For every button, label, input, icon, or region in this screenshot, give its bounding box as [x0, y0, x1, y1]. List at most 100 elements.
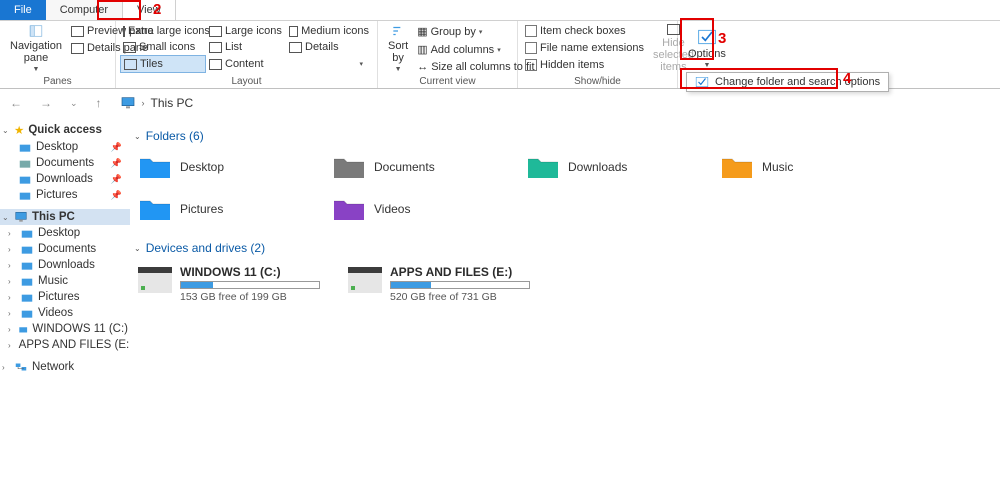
chevron-down-icon: ▾ — [479, 28, 483, 36]
nav-pane-label: Navigation pane — [10, 40, 62, 64]
details-icon — [289, 42, 302, 53]
folder-label: Music — [762, 160, 793, 174]
drive-icon — [348, 267, 382, 293]
folder-label: Documents — [374, 160, 435, 174]
annotation-number-3: 3 — [718, 30, 726, 47]
layout-medium[interactable]: Medium icons — [286, 23, 372, 39]
layout-more[interactable]: ▾ — [286, 55, 366, 73]
folder-icon — [18, 141, 32, 153]
nav-back-button[interactable]: ← — [6, 96, 26, 110]
tree-qa-documents[interactable]: Documents📌 — [0, 155, 130, 171]
tree-pc-item[interactable]: ›Documents — [0, 241, 130, 257]
folder-label: Pictures — [180, 202, 223, 216]
chevron-right-icon: › — [8, 341, 11, 350]
nav-recent-button[interactable]: ⌄ — [66, 98, 82, 109]
folder-tile-videos[interactable]: Videos — [330, 193, 514, 225]
folder-tile-downloads[interactable]: Downloads — [524, 151, 708, 183]
chevron-right-icon: › — [8, 277, 16, 286]
lbl: Item check boxes — [540, 25, 626, 37]
chevron-down-icon: ⌄ — [134, 244, 141, 253]
folder-icon — [20, 243, 34, 255]
layout-small[interactable]: Small icons — [120, 39, 206, 55]
sort-by-button[interactable]: Sort by ▼ — [382, 21, 414, 75]
folder-icon — [18, 173, 32, 185]
layout-large[interactable]: Large icons — [206, 23, 286, 39]
navigation-pane-button[interactable]: Navigation pane ▼ — [4, 21, 68, 75]
folders-grid: Desktop Documents Downloads Music Pictures Vi… — [134, 147, 996, 237]
chevron-down-icon: ▼ — [395, 66, 402, 73]
folder-icon — [20, 307, 34, 319]
tab-view[interactable]: View — [123, 0, 176, 20]
section-drives-header[interactable]: ⌄Devices and drives (2) — [134, 237, 996, 259]
checkbox-icon — [525, 42, 537, 54]
tab-computer[interactable]: Computer — [46, 0, 123, 20]
chevron-down-icon: ▼ — [33, 66, 40, 73]
tree-pc-item[interactable]: ›Music — [0, 273, 130, 289]
layout-list[interactable]: List — [206, 39, 286, 55]
tree-pc-item[interactable]: ›Videos — [0, 305, 130, 321]
layout-details[interactable]: Details — [286, 39, 372, 55]
navigation-pane-icon — [29, 24, 43, 38]
tree-qa-pictures[interactable]: Pictures📌 — [0, 187, 130, 203]
folder-icon — [720, 153, 754, 181]
ribbon-group-panes: Navigation pane ▼ Preview pane Details p… — [0, 21, 116, 88]
lbl: File name extensions — [540, 42, 644, 54]
chevron-down-icon: ▾ — [497, 46, 501, 54]
lbl: Pictures — [38, 291, 80, 303]
tree-qa-desktop[interactable]: Desktop📌 — [0, 139, 130, 155]
pin-icon: 📌 — [111, 158, 128, 169]
tree-quick-access[interactable]: ⌄★Quick access — [0, 121, 130, 139]
layout-extra-large[interactable]: Extra large icons — [120, 23, 206, 39]
lbl: WINDOWS 11 (C:) — [32, 323, 128, 335]
folder-icon — [20, 259, 34, 271]
tree-pc-item[interactable]: › Pictures — [0, 289, 130, 305]
drive-free-text: 153 GB free of 199 GB — [180, 291, 320, 303]
section-folders-header[interactable]: ⌄Folders (6) — [134, 125, 996, 147]
drive-tile[interactable]: WINDOWS 11 (C:) 153 GB free of 199 GB — [136, 263, 336, 305]
folder-tile-documents[interactable]: Documents — [330, 151, 514, 183]
nav-forward-button[interactable]: → — [36, 96, 56, 110]
tree-pc-item[interactable]: ›Downloads — [0, 257, 130, 273]
layout-tiles[interactable]: Tiles — [120, 55, 206, 73]
layout-content[interactable]: Content — [206, 55, 286, 73]
tiles-icon — [124, 59, 137, 70]
lbl: Quick access — [28, 124, 102, 136]
folder-icon — [138, 153, 172, 181]
lbl: Options — [688, 48, 726, 60]
lbl: This PC — [32, 211, 75, 223]
item-check-boxes-toggle[interactable]: Item check boxes — [522, 23, 647, 39]
tree-network[interactable]: ›Network — [0, 359, 130, 375]
content-pane: ⌄Folders (6) Desktop Documents Downloads Mu… — [130, 117, 1000, 500]
chevron-right-icon: › — [8, 293, 16, 302]
lbl: Medium icons — [301, 25, 369, 37]
file-name-extensions-toggle[interactable]: File name extensions — [522, 40, 647, 56]
preview-pane-icon — [71, 26, 84, 37]
lbl: Downloads — [36, 173, 93, 185]
options-checkbox-small-icon — [695, 76, 709, 88]
tree-qa-downloads[interactable]: Downloads📌 — [0, 171, 130, 187]
folder-icon — [20, 275, 34, 287]
lbl: List — [225, 41, 242, 53]
tree-pc-item[interactable]: ›WINDOWS 11 (C:) — [0, 321, 130, 337]
folder-icon — [18, 157, 32, 169]
folder-label: Desktop — [180, 160, 224, 174]
chevron-down-icon: ▼ — [703, 62, 710, 69]
folder-tile-pictures[interactable]: Pictures — [136, 193, 320, 225]
folder-tile-desktop[interactable]: Desktop — [136, 151, 320, 183]
tree-this-pc[interactable]: ⌄This PC — [0, 209, 130, 225]
tree-pc-item[interactable]: ›Desktop — [0, 225, 130, 241]
details-pane-icon — [71, 43, 84, 54]
tree-pc-item[interactable]: ›APPS AND FILES (E: — [0, 337, 130, 353]
drive-name: WINDOWS 11 (C:) — [180, 265, 320, 279]
hidden-items-toggle[interactable]: Hidden items — [522, 57, 647, 73]
folder-tile-music[interactable]: Music — [718, 151, 902, 183]
lbl: Group by — [431, 26, 476, 38]
tab-file[interactable]: File — [0, 0, 46, 20]
nav-up-button[interactable]: ↑ — [92, 96, 106, 110]
address-bar[interactable]: › This PC — [116, 92, 994, 114]
options-dropdown-item[interactable]: Change folder and search options — [686, 72, 889, 92]
pin-icon: 📌 — [111, 142, 128, 153]
drive-tile[interactable]: APPS AND FILES (E:)520 GB free of 731 GB — [346, 263, 546, 305]
medium-icon — [289, 26, 298, 37]
folder-icon — [18, 189, 32, 201]
